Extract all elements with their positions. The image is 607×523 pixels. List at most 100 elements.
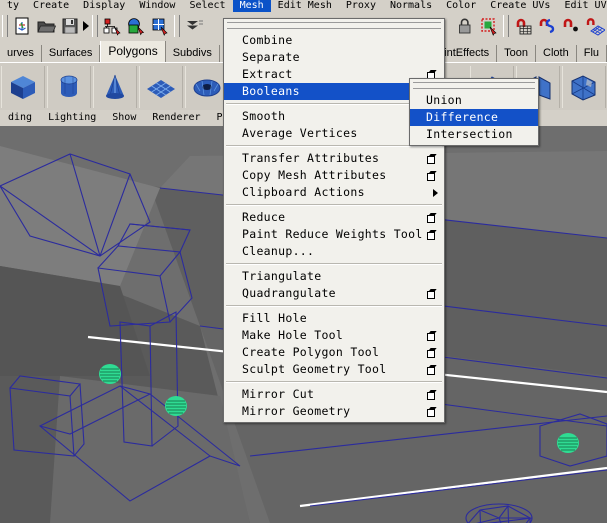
menu-item-make-hole-tool[interactable]: Make Hole Tool — [224, 327, 444, 344]
menubar-item-edit-uvs[interactable]: Edit UVs — [557, 0, 607, 12]
menu-item-mirror-geometry[interactable]: Mirror Geometry — [224, 403, 444, 420]
menu-item-label: Paint Reduce Weights Tool — [242, 227, 423, 241]
menu-item-label: Combine — [242, 33, 293, 47]
toolbar-expand-arrow[interactable] — [82, 16, 90, 36]
submenu-item-difference[interactable]: Difference — [410, 109, 538, 126]
option-box-icon[interactable] — [427, 365, 436, 375]
poly-plane-icon[interactable] — [139, 65, 183, 108]
panel-menu-renderer[interactable]: Renderer — [144, 110, 208, 126]
panel-menu-ding[interactable]: ding — [0, 110, 40, 126]
menu-item-reduce[interactable]: Reduce — [224, 209, 444, 226]
option-box-icon[interactable] — [427, 230, 436, 240]
menu-item-label: Copy Mesh Attributes — [242, 168, 387, 182]
menu-item-label: Reduce — [242, 210, 286, 224]
menubar-item-color[interactable]: Color — [439, 0, 483, 12]
select-mode-drag-handle[interactable] — [92, 15, 98, 37]
mask-drag-handle[interactable] — [174, 15, 180, 37]
menu-item-mirror-cut[interactable]: Mirror Cut — [224, 386, 444, 403]
menu-item-separate[interactable]: Separate — [224, 49, 444, 66]
menu-item-paint-reduce-weights-tool[interactable]: Paint Reduce Weights Tool — [224, 226, 444, 243]
lock-icon[interactable] — [454, 15, 476, 37]
menu-item-copy-mesh-attributes[interactable]: Copy Mesh Attributes — [224, 167, 444, 184]
menu-item-combine[interactable]: Combine — [224, 32, 444, 49]
poly-cone-icon[interactable] — [93, 65, 137, 108]
shelf-tab-subdivs[interactable]: Subdivs — [165, 45, 220, 62]
select-by-object-type-icon[interactable] — [125, 15, 147, 37]
shelf-tab-flu[interactable]: Flu — [576, 45, 607, 62]
menubar-item-create[interactable]: Create — [26, 0, 76, 12]
menu-item-cleanup[interactable]: Cleanup... — [224, 243, 444, 260]
snap-to-curve-icon[interactable] — [536, 15, 558, 37]
shelf-tab-toon[interactable]: Toon — [497, 45, 537, 62]
menu-separator — [226, 263, 442, 265]
poly-platonic-icon[interactable] — [562, 65, 606, 108]
option-box-icon[interactable] — [427, 213, 436, 223]
menubar-item-window[interactable]: Window — [132, 0, 182, 12]
select-by-component-type-icon[interactable] — [149, 15, 171, 37]
poly-cube-icon[interactable] — [1, 65, 45, 108]
menu-item-label: Cleanup... — [242, 244, 315, 258]
menubar-item-create-uvs[interactable]: Create UVs — [483, 0, 557, 12]
shelf-tab-polygons[interactable]: Polygons — [100, 41, 166, 62]
menu-tear-off-handle[interactable] — [227, 22, 441, 29]
submenu-item-label: Difference — [426, 110, 499, 124]
menu-item-label: Sculpt Geometry Tool — [242, 362, 387, 376]
menu-item-transfer-attributes[interactable]: Transfer Attributes — [224, 150, 444, 167]
menu-item-label: Booleans — [242, 84, 300, 98]
selection-mask-menu-icon[interactable] — [183, 15, 205, 37]
menu-separator — [226, 305, 442, 307]
menubar-item-display[interactable]: Display — [76, 0, 132, 12]
shelf-tab-urves[interactable]: urves — [0, 45, 42, 62]
snap-to-grid-icon[interactable] — [512, 15, 534, 37]
toolbar-drag-handle[interactable] — [2, 15, 8, 37]
menu-item-label: Transfer Attributes — [242, 151, 380, 165]
menu-item-label: Separate — [242, 50, 300, 64]
poly-cylinder-icon[interactable] — [47, 65, 91, 108]
menubar-item-proxy[interactable]: Proxy — [339, 0, 383, 12]
menu-item-label: Extract — [242, 67, 293, 81]
open-scene-icon[interactable] — [35, 15, 57, 37]
maya-application-window: ty Create Display Window Select Mesh Edit Mesh… — [0, 0, 607, 523]
menu-item-label: Mirror Geometry — [242, 404, 351, 418]
submenu-item-label: Union — [426, 93, 463, 107]
shelf-tab-surfaces[interactable]: Surfaces — [41, 45, 101, 62]
panel-menu-show[interactable]: Show — [104, 110, 144, 126]
menu-separator — [226, 381, 442, 383]
submenu-item-union[interactable]: Union — [410, 92, 538, 109]
menubar-item-mesh[interactable]: Mesh — [232, 0, 271, 12]
select-by-hierarchy-icon[interactable] — [101, 15, 123, 37]
menubar-item-normals[interactable]: Normals — [383, 0, 439, 12]
option-box-icon[interactable] — [427, 348, 436, 358]
menu-item-quadrangulate[interactable]: Quadrangulate — [224, 285, 444, 302]
menu-item-label: Clipboard Actions — [242, 185, 365, 199]
menubar-item-edit-mesh[interactable]: Edit Mesh — [271, 0, 339, 12]
snap-to-view-plane-icon[interactable] — [584, 15, 606, 37]
menu-item-triangulate[interactable]: Triangulate — [224, 268, 444, 285]
panel-menu-lighting[interactable]: Lighting — [40, 110, 104, 126]
option-box-icon[interactable] — [427, 171, 436, 181]
option-box-icon[interactable] — [427, 154, 436, 164]
shelf-tab-cloth[interactable]: Cloth — [536, 45, 577, 62]
selection-highlight-icon[interactable] — [478, 15, 500, 37]
option-box-icon[interactable] — [427, 289, 436, 299]
menubar-item-select[interactable]: Select — [182, 0, 232, 12]
menu-item-label: Fill Hole — [242, 311, 308, 325]
option-box-icon[interactable] — [427, 390, 436, 400]
snap-to-point-icon[interactable] — [560, 15, 582, 37]
option-box-icon[interactable] — [427, 407, 436, 417]
menu-item-create-polygon-tool[interactable]: Create Polygon Tool — [224, 344, 444, 361]
menu-item-clipboard-actions[interactable]: Clipboard Actions — [224, 184, 444, 201]
menu-item-sculpt-geometry-tool[interactable]: Sculpt Geometry Tool — [224, 361, 444, 378]
option-box-icon[interactable] — [427, 331, 436, 341]
submenu-item-label: Intersection — [426, 127, 513, 141]
menu-item-label: Triangulate — [242, 269, 322, 283]
submenu-tear-off-handle[interactable] — [413, 82, 535, 89]
booleans-submenu[interactable]: Union Difference Intersection — [409, 78, 539, 146]
save-scene-icon[interactable] — [59, 15, 81, 37]
menu-item-fill-hole[interactable]: Fill Hole — [224, 310, 444, 327]
menu-item-label: Make Hole Tool — [242, 328, 344, 342]
snap-drag-handle[interactable] — [503, 15, 509, 37]
menubar-item-ty[interactable]: ty — [0, 0, 26, 12]
submenu-item-intersection[interactable]: Intersection — [410, 126, 538, 143]
new-scene-icon[interactable] — [11, 15, 33, 37]
